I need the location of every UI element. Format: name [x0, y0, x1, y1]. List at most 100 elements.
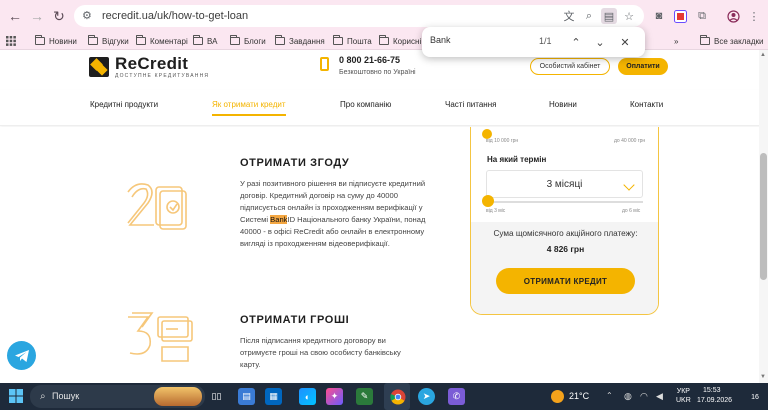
extension-color-icon[interactable]: [672, 8, 688, 24]
task-view-icon[interactable]: ▯▯: [208, 388, 225, 405]
camera-icon[interactable]: ◙: [651, 8, 667, 24]
folder-icon: [193, 35, 203, 45]
menu-kebab-icon[interactable]: ⋮: [746, 8, 762, 24]
folder-icon: [230, 35, 240, 45]
url-text[interactable]: recredit.ua/uk/how-to-get-loan: [102, 8, 248, 24]
personal-cabinet-button[interactable]: Особистий кабінет: [530, 58, 610, 75]
scroll-up-icon[interactable]: ▲: [760, 52, 766, 58]
nav-item-about[interactable]: Про компанію: [340, 100, 391, 109]
chevron-down-icon: [623, 179, 635, 191]
pay-button[interactable]: Оплатити: [618, 58, 668, 75]
step-2-text: У разі позитивного рішення ви підписуєте…: [240, 179, 426, 248]
amount-max-label: до 40 000 грн: [614, 138, 646, 144]
notepad-icon[interactable]: ✎: [356, 388, 373, 405]
term-slider-handle[interactable]: [482, 195, 494, 207]
amount-min-label: від 10 000 грн: [486, 138, 519, 144]
nav-item-faq[interactable]: Часті питання: [445, 100, 496, 109]
file-explorer-icon[interactable]: ▤: [238, 388, 255, 405]
taskbar-search-placeholder: Пошук: [52, 391, 80, 401]
term-max-label: до 6 міс: [622, 208, 641, 214]
find-highlight: Bank: [270, 215, 288, 224]
step-3-title: ОТРИМАТИ ГРОШІ: [240, 314, 350, 326]
find-input[interactable]: Bank: [430, 35, 451, 45]
viber-icon[interactable]: ✆: [448, 388, 465, 405]
address-bar[interactable]: ⚙ recredit.ua/uk/how-to-get-loan 文 ⌕ ▤ ☆: [74, 5, 644, 27]
logo-name: ReCredit: [115, 54, 189, 73]
telegram-icon: [14, 349, 29, 362]
nav-item-news[interactable]: Новини: [549, 100, 577, 109]
wifi-icon[interactable]: ◠: [640, 391, 648, 402]
edge-icon[interactable]: ◐: [299, 388, 316, 405]
volume-icon[interactable]: ◀: [656, 391, 663, 402]
more-bookmarks-button[interactable]: »: [674, 34, 678, 48]
find-close-icon[interactable]: ✕: [617, 34, 633, 50]
folder-icon: [35, 35, 45, 45]
telegram-chat-button[interactable]: [7, 341, 36, 370]
nav-item-credit-products[interactable]: Кредитні продукти: [90, 100, 158, 109]
extensions-puzzle-icon[interactable]: ⧉: [694, 8, 710, 24]
notifications-badge[interactable]: 16: [748, 391, 762, 403]
reload-icon[interactable]: ↻: [49, 6, 69, 26]
telegram-app-icon[interactable]: ➤: [418, 388, 435, 405]
weather-temperature[interactable]: 21°C: [569, 391, 589, 401]
taskbar: ⌕ Пошук ▯▯ ▤ ▦ ◐ ✦ ✎ ➤ ✆ 21°C ⌃ ◍ ◠ ◀ УК…: [0, 383, 768, 410]
chrome-icon[interactable]: [389, 388, 406, 405]
profile-icon[interactable]: [725, 8, 741, 24]
find-count: 1/1: [539, 36, 552, 46]
apps-grid-icon[interactable]: [6, 34, 16, 48]
search-highlight-image: [154, 387, 202, 406]
zoom-icon[interactable]: ⌕: [581, 8, 597, 24]
step-2-illustration: [127, 183, 187, 230]
scroll-down-icon[interactable]: ▼: [760, 374, 766, 380]
bookmark-folder[interactable]: Пошта: [333, 34, 372, 48]
clock-date[interactable]: 17.09.2026: [697, 397, 732, 404]
bookmark-folder[interactable]: Завдання: [275, 34, 325, 48]
step-2-title: ОТРИМАТИ ЗГОДУ: [240, 157, 350, 169]
payment-value: 4 826 грн: [546, 244, 585, 254]
bookmark-folder[interactable]: Коментарі: [136, 34, 188, 48]
back-icon[interactable]: ←: [5, 6, 25, 26]
forward-icon[interactable]: →: [27, 6, 47, 26]
bookmark-star-icon[interactable]: ☆: [621, 8, 637, 24]
payment-label: Сума щомісячного акційного платежу:: [493, 229, 638, 238]
language-indicator[interactable]: УКР UKR: [676, 387, 691, 405]
bookmark-folder[interactable]: Відгуки: [88, 34, 129, 48]
phone-number-link[interactable]: 0 800 21-66-75: [339, 55, 400, 65]
calculator-icon[interactable]: ▦: [265, 388, 282, 405]
bookmark-folder[interactable]: Блоги: [230, 34, 266, 48]
all-bookmarks-folder[interactable]: Все закладки: [700, 34, 763, 48]
payment-summary: Сума щомісячного акційного платежу: 4 82…: [471, 222, 658, 314]
find-previous-icon[interactable]: ⌃: [568, 34, 584, 50]
page-scrollbar[interactable]: [759, 50, 768, 383]
find-next-icon[interactable]: ⌄: [592, 34, 608, 50]
windows-start-icon[interactable]: [9, 389, 23, 403]
term-select[interactable]: 3 місяці: [486, 170, 643, 198]
logo[interactable]: ReCredit ДОСТУПНЕ КРЕДИТУВАННЯ: [89, 54, 209, 80]
phone-note: Безкоштовно по Україні: [339, 69, 416, 76]
site-info-icon[interactable]: ⚙: [82, 9, 96, 23]
get-credit-button[interactable]: ОТРИМАТИ КРЕДИТ: [496, 268, 635, 294]
step-3-text: Після підписання кредитного договору ви …: [240, 336, 401, 369]
nav-item-contacts[interactable]: Контакти: [630, 100, 663, 109]
nav-active-underline: [212, 114, 286, 116]
taskbar-search[interactable]: ⌕ Пошук: [30, 385, 205, 408]
copilot-icon[interactable]: ✦: [326, 388, 343, 405]
weather-sun-icon: [551, 390, 564, 403]
step-3-illustration: [128, 312, 193, 362]
tray-expand-icon[interactable]: ⌃: [606, 391, 613, 400]
term-slider-track[interactable]: [486, 201, 643, 203]
search-icon: ⌕: [40, 391, 46, 402]
logo-mark-icon: [89, 57, 109, 77]
nav-item-how-to-get-credit[interactable]: Як отримати кредит: [212, 100, 286, 109]
reader-mode-icon[interactable]: ▤: [601, 8, 617, 24]
bookmark-folder[interactable]: Новини: [35, 34, 77, 48]
page-scroll-thumb[interactable]: [760, 153, 767, 280]
bookmark-folder[interactable]: Корисні: [379, 34, 421, 48]
folder-icon: [333, 35, 343, 45]
folder-icon: [88, 35, 98, 45]
bookmark-folder[interactable]: ВА: [193, 34, 217, 48]
translate-icon[interactable]: 文: [561, 8, 577, 24]
network-icon[interactable]: ◍: [624, 391, 632, 402]
find-bar: Bank 1/1 ⌃ ⌄ ✕: [422, 27, 645, 57]
clock-time[interactable]: 15:53: [703, 387, 721, 394]
